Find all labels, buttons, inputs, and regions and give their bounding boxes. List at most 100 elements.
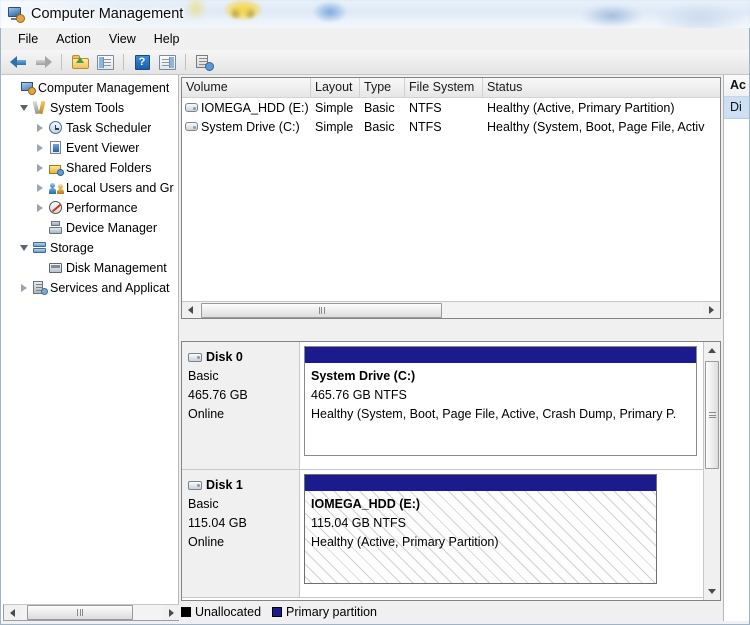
tree-item-shared-folders[interactable]: Shared Folders bbox=[1, 158, 178, 178]
cell-file-system: NTFS bbox=[409, 119, 442, 134]
disk-title: Disk 1 bbox=[188, 478, 299, 492]
show-hide-console-tree-button[interactable] bbox=[94, 52, 116, 73]
sidebar-item-disk-management[interactable]: Disk Management bbox=[1, 258, 178, 278]
tree-item-label: Storage bbox=[50, 241, 94, 255]
forward-button[interactable] bbox=[32, 52, 54, 73]
tree-expander-open[interactable] bbox=[17, 105, 31, 111]
partition-block[interactable]: IOMEGA_HDD (E:) 115.04 GB NTFS Healthy (… bbox=[304, 474, 657, 584]
actions-pane-body bbox=[724, 120, 749, 624]
table-row[interactable]: System Drive (C:) Simple Basic NTFS Heal… bbox=[182, 117, 720, 136]
actions-item-disk-management[interactable]: Di bbox=[724, 97, 749, 119]
scroll-thumb[interactable] bbox=[705, 361, 719, 469]
volume-list-horizontal-scrollbar[interactable] bbox=[182, 301, 720, 318]
scroll-track[interactable] bbox=[199, 302, 703, 318]
disk-info-panel[interactable]: Disk 0 Basic 465.76 GB Online bbox=[182, 342, 300, 469]
tree-expander-closed[interactable] bbox=[33, 184, 47, 192]
column-header-type[interactable]: Type bbox=[360, 78, 405, 97]
scroll-right-button[interactable] bbox=[163, 605, 180, 620]
scroll-left-button[interactable] bbox=[182, 303, 199, 318]
column-header-status[interactable]: Status bbox=[483, 78, 720, 97]
tree-item-label: Event Viewer bbox=[66, 141, 140, 155]
cell-volume: IOMEGA_HDD (E:) bbox=[182, 101, 311, 115]
scroll-thumb[interactable] bbox=[27, 605, 133, 620]
toolbar-separator bbox=[61, 54, 62, 70]
disk-management-icon bbox=[47, 261, 64, 275]
up-one-level-button[interactable] bbox=[69, 52, 91, 73]
scroll-up-button[interactable] bbox=[704, 342, 720, 359]
column-header-layout[interactable]: Layout bbox=[311, 78, 360, 97]
cell-status: Healthy (Active, Primary Partition) bbox=[487, 100, 675, 115]
volume-name: System Drive (C:) bbox=[201, 119, 300, 134]
toolbar: ? bbox=[1, 50, 749, 75]
partition-status: Healthy (System, Boot, Page File, Active… bbox=[311, 407, 677, 421]
partition-label: System Drive (C:) bbox=[311, 369, 416, 383]
disk-capacity: 115.04 GB bbox=[188, 516, 247, 530]
window-client-area: File Action View Help ? Computer Managem… bbox=[0, 28, 750, 625]
scroll-right-button[interactable] bbox=[703, 303, 720, 318]
tree-horizontal-scrollbar[interactable] bbox=[3, 604, 181, 621]
tree-item-local-users-and-groups[interactable]: Local Users and Gr bbox=[1, 178, 178, 198]
cell-layout: Simple bbox=[315, 100, 354, 115]
menu-bar: File Action View Help bbox=[1, 28, 749, 50]
tree-item-performance[interactable]: Performance bbox=[1, 198, 178, 218]
table-row[interactable]: IOMEGA_HDD (E:) Simple Basic NTFS Health… bbox=[182, 98, 720, 117]
refresh-button[interactable] bbox=[193, 52, 215, 73]
tree-expander-closed[interactable] bbox=[33, 124, 47, 132]
tree-item-event-viewer[interactable]: Event Viewer bbox=[1, 138, 178, 158]
help-button[interactable]: ? bbox=[131, 52, 153, 73]
disk-icon bbox=[188, 352, 202, 362]
disk-row[interactable]: Disk 1 Basic 115.04 GB Online IOMEGA_HDD… bbox=[182, 470, 703, 598]
grip-icon bbox=[77, 609, 83, 616]
scroll-thumb[interactable] bbox=[201, 302, 442, 318]
tree-item-computer-management[interactable]: Computer Management bbox=[1, 78, 178, 98]
scroll-track[interactable] bbox=[21, 605, 163, 620]
grip-icon bbox=[708, 412, 716, 418]
cell-layout: Simple bbox=[315, 119, 354, 134]
legend-label-unallocated: Unallocated bbox=[195, 605, 262, 619]
tree-item-device-manager[interactable]: Device Manager bbox=[1, 218, 178, 238]
title-bar[interactable]: Computer Management bbox=[0, 0, 750, 28]
partition-block[interactable]: System Drive (C:) 465.76 GB NTFS Healthy… bbox=[304, 346, 697, 456]
tree-item-label: System Tools bbox=[50, 101, 125, 115]
storage-icon bbox=[31, 241, 48, 255]
legend-swatch-unallocated bbox=[181, 607, 191, 617]
disk-title: Disk 0 bbox=[188, 350, 299, 364]
disk-kind: Basic bbox=[188, 369, 219, 383]
menu-view[interactable]: View bbox=[100, 30, 145, 48]
tree-item-services-and-applications[interactable]: Services and Applicat bbox=[1, 278, 178, 298]
partition-details: IOMEGA_HDD (E:) 115.04 GB NTFS Healthy (… bbox=[305, 491, 656, 583]
partition-color-bar bbox=[305, 347, 696, 363]
console-tree-pane: Computer Management System Tools Task Sc… bbox=[1, 75, 181, 624]
scroll-down-button[interactable] bbox=[704, 583, 720, 600]
performance-icon bbox=[47, 201, 64, 215]
menu-file[interactable]: File bbox=[9, 30, 47, 48]
partition-details: System Drive (C:) 465.76 GB NTFS Healthy… bbox=[305, 363, 696, 430]
column-header-file-system[interactable]: File System bbox=[405, 78, 483, 97]
back-button[interactable] bbox=[7, 52, 29, 73]
status-strip bbox=[1, 621, 749, 624]
menu-help[interactable]: Help bbox=[145, 30, 189, 48]
tree-expander-closed[interactable] bbox=[33, 144, 47, 152]
grip-icon bbox=[318, 306, 325, 314]
tree-expander-closed[interactable] bbox=[33, 164, 47, 172]
show-hide-action-pane-button[interactable] bbox=[156, 52, 178, 73]
tree-item-label: Local Users and Gr bbox=[66, 181, 174, 195]
tree-expander-closed[interactable] bbox=[33, 204, 47, 212]
partition-size: 465.76 GB NTFS bbox=[311, 388, 407, 402]
tree-item-system-tools[interactable]: System Tools bbox=[1, 98, 178, 118]
column-header-volume[interactable]: Volume bbox=[182, 78, 311, 97]
disk-name: Disk 1 bbox=[206, 478, 243, 492]
system-tools-icon bbox=[31, 100, 48, 115]
graphical-disk-view: Disk 0 Basic 465.76 GB Online System Dri… bbox=[181, 341, 721, 601]
scroll-left-button[interactable] bbox=[4, 605, 21, 620]
menu-action[interactable]: Action bbox=[47, 30, 100, 48]
disk-row[interactable]: Disk 0 Basic 465.76 GB Online System Dri… bbox=[182, 342, 703, 470]
tree-expander-open[interactable] bbox=[17, 245, 31, 251]
disk-state: Online bbox=[188, 535, 225, 549]
toolbar-separator bbox=[123, 54, 124, 70]
tree-expander-closed[interactable] bbox=[17, 284, 31, 292]
disk-view-vertical-scrollbar[interactable] bbox=[703, 342, 720, 600]
tree-item-task-scheduler[interactable]: Task Scheduler bbox=[1, 118, 178, 138]
disk-info-panel[interactable]: Disk 1 Basic 115.04 GB Online bbox=[182, 470, 300, 597]
tree-item-storage[interactable]: Storage bbox=[1, 238, 178, 258]
